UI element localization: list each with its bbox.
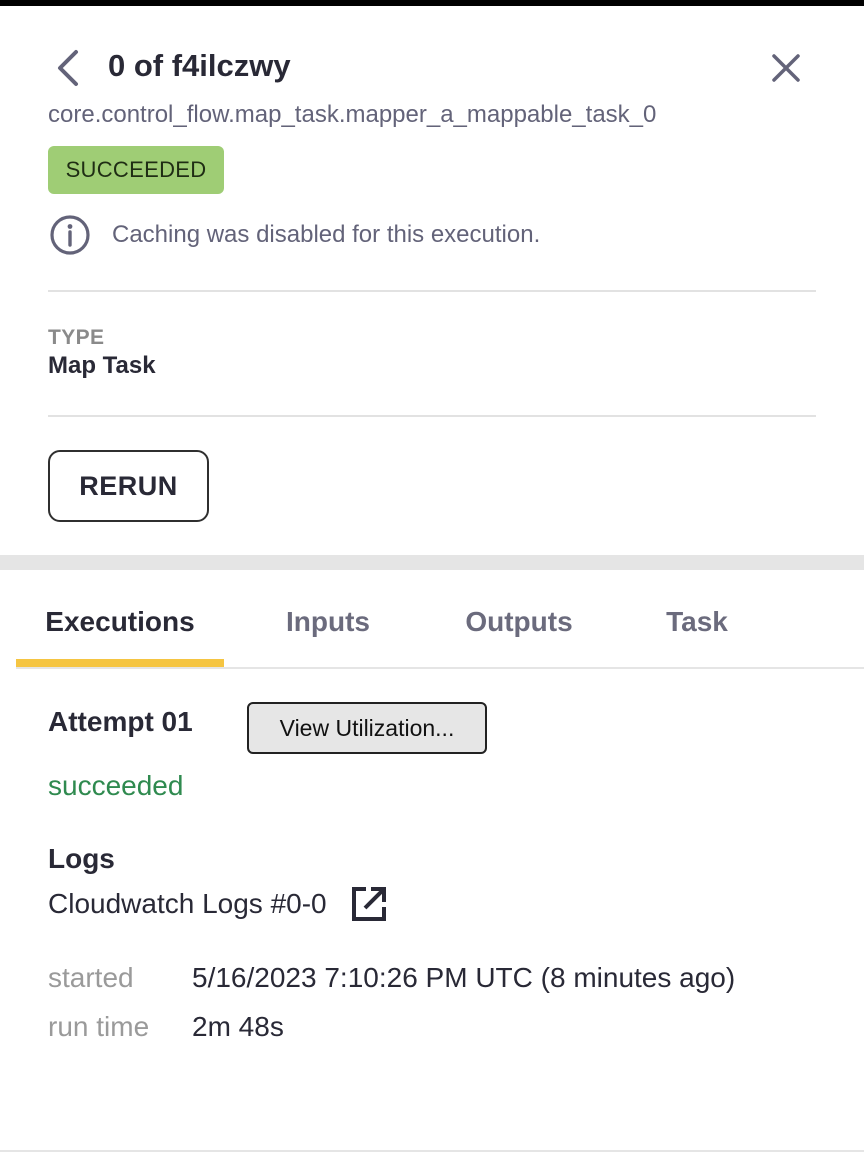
tab-executions[interactable]: Executions [16, 580, 224, 664]
started-value: 5/16/2023 7:10:26 PM UTC (8 minutes ago) [192, 962, 736, 993]
info-icon [50, 215, 90, 255]
divider [48, 290, 816, 292]
cache-notice: Caching was disabled for this execution. [48, 212, 540, 258]
divider [48, 415, 816, 417]
close-icon [772, 54, 800, 82]
type-value: Map Task [48, 352, 156, 379]
status-badge: SUCCEEDED [48, 146, 224, 194]
tab-task[interactable]: Task [630, 580, 764, 664]
tabs-divider [16, 667, 864, 669]
task-path: core.control_flow.map_task.mapper_a_mapp… [48, 101, 657, 128]
window-top-bar [0, 0, 864, 6]
cache-message: Caching was disabled for this execution. [112, 221, 541, 248]
tab-bar: Executions Inputs Outputs Task [16, 580, 864, 666]
tab-inputs[interactable]: Inputs [242, 580, 414, 664]
attempt-label: Attempt 01 [48, 706, 193, 737]
view-utilization-button[interactable]: View Utilization... [247, 702, 487, 754]
external-link-icon[interactable] [349, 884, 389, 924]
run-time-label: run time [48, 1011, 150, 1042]
close-button[interactable] [764, 46, 808, 90]
attempt-status: succeeded [48, 770, 184, 801]
log-link-row: Cloudwatch Logs #0-0 [48, 882, 389, 926]
started-label: started [48, 962, 134, 993]
active-tab-indicator [16, 659, 224, 667]
bottom-divider [0, 1150, 864, 1152]
cloudwatch-log-link[interactable]: Cloudwatch Logs #0-0 [48, 888, 327, 920]
run-time-value: 2m 48s [192, 1011, 284, 1042]
rerun-button[interactable]: RERUN [48, 450, 209, 522]
back-button[interactable] [48, 46, 88, 90]
chevron-left-icon [58, 50, 78, 86]
page-title: 0 of f4ilczwy [108, 48, 291, 83]
tab-outputs[interactable]: Outputs [436, 580, 602, 664]
logs-label: Logs [48, 843, 115, 874]
type-label: TYPE [48, 326, 105, 349]
section-separator [0, 555, 864, 570]
